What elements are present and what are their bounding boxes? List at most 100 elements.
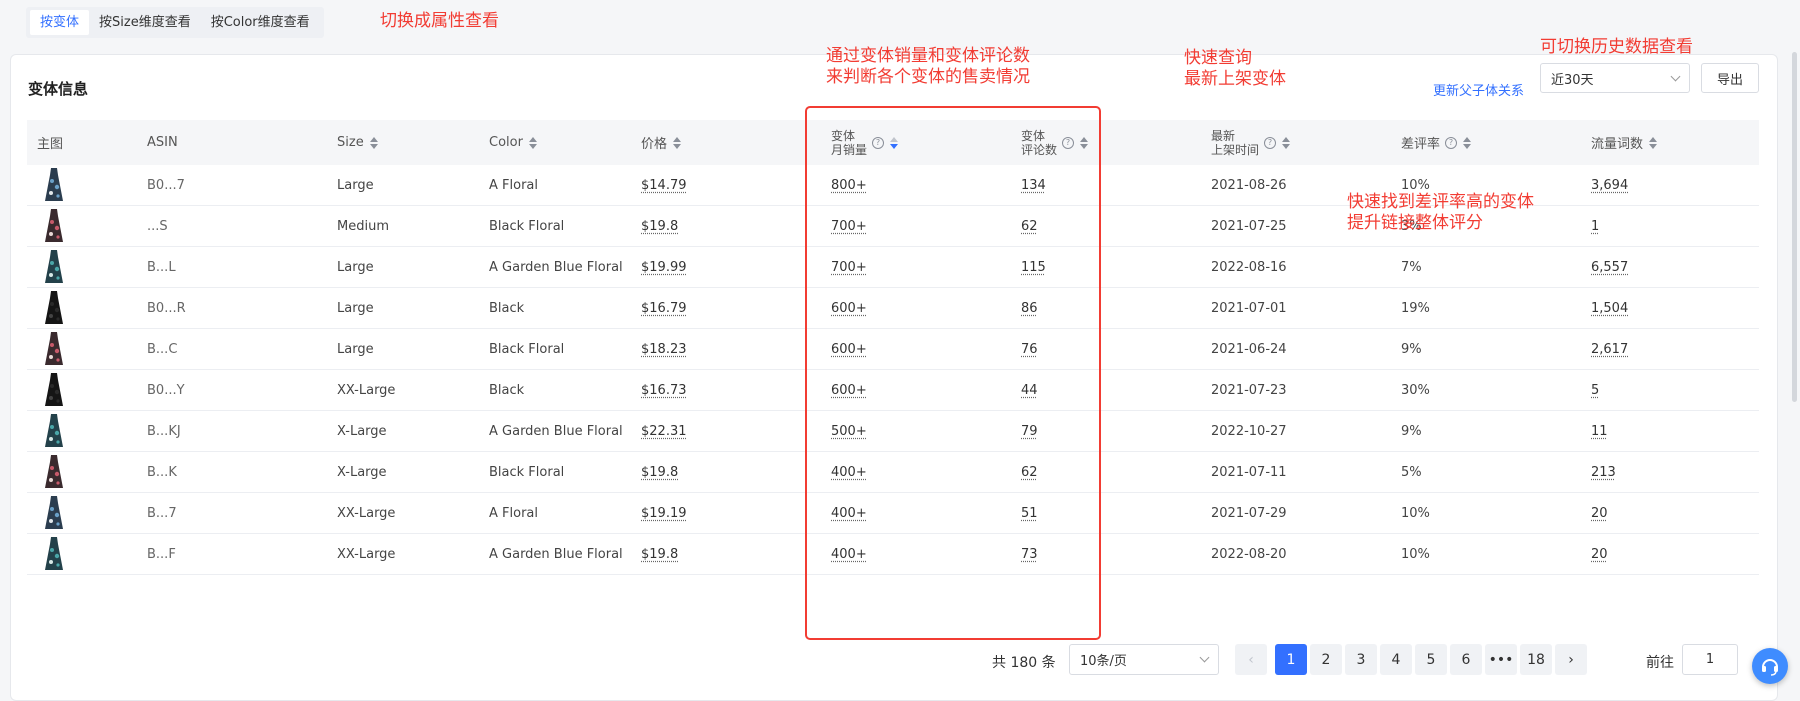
col-color[interactable]: Color [489,120,537,165]
cell-traffic[interactable]: 20 [1591,506,1608,521]
cell-price[interactable]: $16.79 [641,301,687,316]
tab-by-color[interactable]: 按Color维度查看 [201,10,320,35]
tab-by-variant[interactable]: 按变体 [30,10,90,35]
col-price[interactable]: 价格 [641,120,682,165]
cell-sales[interactable]: 600+ [831,301,867,316]
product-thumbnail[interactable] [43,329,65,369]
product-thumbnail[interactable] [43,288,65,328]
col-traffic[interactable]: 流量词数 [1591,120,1658,165]
cell-price[interactable]: $16.73 [641,383,687,398]
cell-reviews[interactable]: 62 [1021,219,1038,234]
cell-date: 2021-07-29 [1211,505,1287,521]
table-cell: 9% [1401,329,1422,369]
cell-sales[interactable]: 700+ [831,219,867,234]
cell-traffic[interactable]: 6,557 [1591,260,1628,275]
cell-price[interactable]: $22.31 [641,424,687,439]
cell-reviews[interactable]: 115 [1021,260,1046,275]
customer-support-button[interactable] [1752,648,1788,684]
product-thumbnail[interactable] [43,411,65,451]
product-thumbnail[interactable] [43,493,65,533]
page-button[interactable]: 3 [1345,644,1377,675]
col-reviews[interactable]: 变体 评论数? [1021,120,1089,165]
cell-traffic[interactable]: 1 [1591,219,1599,234]
cell-reviews[interactable]: 73 [1021,547,1038,562]
cell-bad: 19% [1401,300,1430,316]
cell-price[interactable]: $19.8 [641,465,678,480]
cell-sales[interactable]: 800+ [831,178,867,193]
col-bad-rate[interactable]: 差评率? [1401,120,1472,165]
update-parent-child-link[interactable]: 更新父子体关系 [1433,80,1524,99]
table-cell: Large [337,165,374,205]
product-thumbnail[interactable] [43,206,65,246]
cell-sales[interactable]: 600+ [831,383,867,398]
table-cell: 213 [1591,452,1616,492]
product-thumbnail[interactable] [43,165,65,205]
cell-reviews[interactable]: 44 [1021,383,1038,398]
sort-icon [369,136,378,149]
cell-traffic[interactable]: 5 [1591,383,1599,398]
page-button[interactable]: 4 [1380,644,1412,675]
col-size[interactable]: Size [337,120,378,165]
col-listed-label: 最新 上架时间 [1211,128,1260,157]
cell-asin: B...F [147,546,176,562]
page-scrollbar[interactable] [1792,52,1797,402]
cell-sales[interactable]: 400+ [831,506,867,521]
product-thumbnail[interactable] [43,452,65,492]
goto-page-input[interactable]: 1 [1682,644,1738,675]
table-cell: 2021-07-23 [1211,370,1287,410]
cell-reviews[interactable]: 86 [1021,301,1038,316]
product-thumbnail[interactable] [43,534,65,574]
period-select[interactable]: 近30天 [1540,63,1690,93]
cell-sales[interactable]: 400+ [831,547,867,562]
table-row: B0...Y XX-Large Black $16.73 600+ 44 2021-07-2… [27,370,1759,411]
table-cell: 11 [1591,411,1608,451]
cell-price[interactable]: $19.8 [641,547,678,562]
help-icon[interactable]: ? [1264,136,1277,149]
cell-traffic[interactable]: 2,617 [1591,342,1628,357]
cell-price[interactable]: $19.8 [641,219,678,234]
cell-price[interactable]: $18.23 [641,342,687,357]
cell-traffic[interactable]: 3,694 [1591,178,1628,193]
cell-sales[interactable]: 500+ [831,424,867,439]
table-cell: B...K [147,452,177,492]
cell-sales[interactable]: 600+ [831,342,867,357]
table-cell: B...L [147,247,176,287]
page-button[interactable]: 18 [1520,644,1552,675]
cell-price[interactable]: $14.79 [641,178,687,193]
col-monthly-sales[interactable]: 变体 月销量? [831,120,899,165]
export-button[interactable]: 导出 [1701,63,1759,93]
page-button[interactable]: 2 [1310,644,1342,675]
cell-price[interactable]: $19.19 [641,506,687,521]
help-icon[interactable]: ? [1062,136,1075,149]
more-pages-button[interactable]: ••• [1485,644,1517,675]
page-size-select[interactable]: 10条/页 [1069,644,1219,675]
help-icon[interactable]: ? [1445,136,1458,149]
col-listed-date[interactable]: 最新 上架时间? [1211,120,1291,165]
cell-reviews[interactable]: 79 [1021,424,1038,439]
help-icon[interactable]: ? [872,136,885,149]
cell-sales[interactable]: 400+ [831,465,867,480]
tab-by-size[interactable]: 按Size维度查看 [89,10,201,35]
cell-reviews[interactable]: 76 [1021,342,1038,357]
col-size-label: Size [337,135,364,150]
annotation-switch-attr: 切换成属性查看 [380,11,499,31]
next-page-button[interactable]: › [1555,644,1587,675]
page-button[interactable]: 1 [1275,644,1307,675]
annotation-sales-reviews: 通过变体销量和变体评论数 来判断各个变体的售卖情况 [826,46,1030,87]
cell-sales[interactable]: 700+ [831,260,867,275]
cell-traffic[interactable]: 213 [1591,465,1616,480]
cell-traffic[interactable]: 1,504 [1591,301,1628,316]
cell-traffic[interactable]: 20 [1591,547,1608,562]
product-thumbnail[interactable] [43,370,65,410]
cell-reviews[interactable]: 134 [1021,178,1046,193]
chevron-down-icon [1670,71,1681,81]
cell-reviews[interactable]: 51 [1021,506,1038,521]
cell-traffic[interactable]: 11 [1591,424,1608,439]
page-button[interactable]: 6 [1450,644,1482,675]
page-button[interactable]: 5 [1415,644,1447,675]
cell-asin: B...KJ [147,423,181,439]
prev-page-button[interactable]: ‹ [1235,644,1267,675]
cell-reviews[interactable]: 62 [1021,465,1038,480]
product-thumbnail[interactable] [43,247,65,287]
cell-price[interactable]: $19.99 [641,260,687,275]
